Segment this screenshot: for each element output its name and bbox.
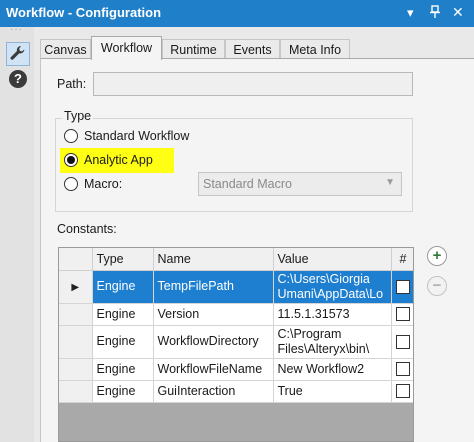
cell-name[interactable]: TempFilePath — [153, 270, 274, 304]
left-tool-strip — [0, 27, 34, 442]
row-selector[interactable] — [59, 325, 93, 359]
cell-hash[interactable] — [391, 325, 413, 359]
macro-label[interactable]: Macro: — [84, 177, 122, 191]
pin-icon[interactable] — [429, 5, 441, 22]
column-header-name[interactable]: Name — [153, 248, 274, 271]
path-input[interactable] — [93, 72, 413, 96]
cell-name[interactable]: Version — [153, 303, 274, 326]
add-constant-button[interactable]: + — [427, 246, 447, 266]
column-header-hash[interactable]: # — [391, 248, 413, 271]
cell-type[interactable]: Engine — [92, 358, 154, 381]
grid-header-row: Type Name Value # — [59, 248, 413, 271]
cell-value-line: Files\Alteryx\bin\ — [277, 341, 370, 356]
table-row[interactable]: ▶ Engine TempFilePath C:\Users\Giorgia Um… — [59, 270, 413, 304]
column-header-value[interactable]: Value — [273, 248, 392, 271]
tab-workflow[interactable]: Workflow — [91, 36, 162, 60]
constants-grid[interactable]: Type Name Value # ▶ Engine TempFilePath … — [58, 247, 414, 442]
constants-label: Constants: — [57, 222, 117, 236]
cell-hash[interactable] — [391, 358, 413, 381]
table-row[interactable]: Engine GuiInteraction True — [59, 380, 413, 403]
table-row[interactable]: Engine WorkflowDirectory C:\Program Files… — [59, 325, 413, 359]
cell-value[interactable]: 11.5.1.31573 — [273, 303, 392, 326]
cell-hash[interactable] — [391, 270, 413, 304]
row-selector[interactable] — [59, 358, 93, 381]
type-group-label: Type — [62, 109, 94, 123]
cell-value[interactable]: C:\Users\Giorgia Umani\AppData\Lo — [273, 270, 392, 304]
cell-name[interactable]: WorkflowDirectory — [153, 325, 274, 359]
row-pointer-icon: ▶ — [71, 281, 80, 293]
grip-dots-icon: ··· — [10, 24, 23, 35]
chevron-down-icon: ▼ — [385, 177, 395, 188]
row-selector[interactable]: ▶ — [59, 270, 93, 304]
tab-canvas[interactable]: Canvas — [40, 39, 91, 59]
numeric-checkbox[interactable] — [396, 279, 410, 294]
numeric-checkbox[interactable] — [396, 307, 410, 322]
path-label: Path: — [57, 77, 87, 91]
grid-corner — [59, 248, 93, 271]
cell-value-line: Umani\AppData\Lo — [277, 286, 384, 301]
tab-events[interactable]: Events — [225, 39, 280, 59]
analytic-app-label[interactable]: Analytic App — [84, 153, 153, 167]
radio-standard-workflow[interactable] — [64, 129, 78, 143]
chevron-down-icon[interactable]: ▾ — [407, 5, 414, 21]
title-bar: Workflow - Configuration ▾ ✕ — [0, 0, 474, 27]
numeric-checkbox[interactable] — [396, 334, 410, 349]
cell-hash[interactable] — [391, 303, 413, 326]
table-row[interactable]: Engine WorkflowFileName New Workflow2 — [59, 358, 413, 381]
cell-hash[interactable] — [391, 380, 413, 403]
cell-type[interactable]: Engine — [92, 270, 154, 304]
tab-runtime[interactable]: Runtime — [162, 39, 225, 59]
cell-value-line: C:\Program — [277, 326, 342, 341]
row-selector[interactable] — [59, 303, 93, 326]
wrench-icon[interactable] — [6, 42, 30, 66]
close-icon[interactable]: ✕ — [452, 4, 464, 21]
cell-name[interactable]: WorkflowFileName — [153, 358, 274, 381]
column-header-type[interactable]: Type — [92, 248, 154, 271]
cell-type[interactable]: Engine — [92, 325, 154, 359]
table-row[interactable]: Engine Version 11.5.1.31573 — [59, 303, 413, 326]
cell-value[interactable]: True — [273, 380, 392, 403]
row-selector[interactable] — [59, 380, 93, 403]
help-icon[interactable]: ? — [9, 70, 27, 88]
cell-name[interactable]: GuiInteraction — [153, 380, 274, 403]
cell-value[interactable]: New Workflow2 — [273, 358, 392, 381]
numeric-checkbox[interactable] — [396, 384, 410, 399]
remove-constant-button[interactable]: − — [427, 276, 447, 296]
cell-type[interactable]: Engine — [92, 380, 154, 403]
macro-select-value: Standard Macro — [203, 177, 292, 191]
standard-workflow-label[interactable]: Standard Workflow — [84, 129, 189, 143]
cell-value[interactable]: C:\Program Files\Alteryx\bin\ — [273, 325, 392, 359]
numeric-checkbox[interactable] — [396, 362, 410, 377]
radio-analytic-app[interactable] — [64, 153, 78, 167]
macro-type-select[interactable]: Standard Macro ▼ — [198, 172, 402, 196]
radio-macro[interactable] — [64, 177, 78, 191]
cell-type[interactable]: Engine — [92, 303, 154, 326]
tab-meta-info[interactable]: Meta Info — [280, 39, 350, 59]
cell-value-line: C:\Users\Giorgia — [277, 271, 370, 286]
window-title: Workflow - Configuration — [6, 5, 162, 20]
